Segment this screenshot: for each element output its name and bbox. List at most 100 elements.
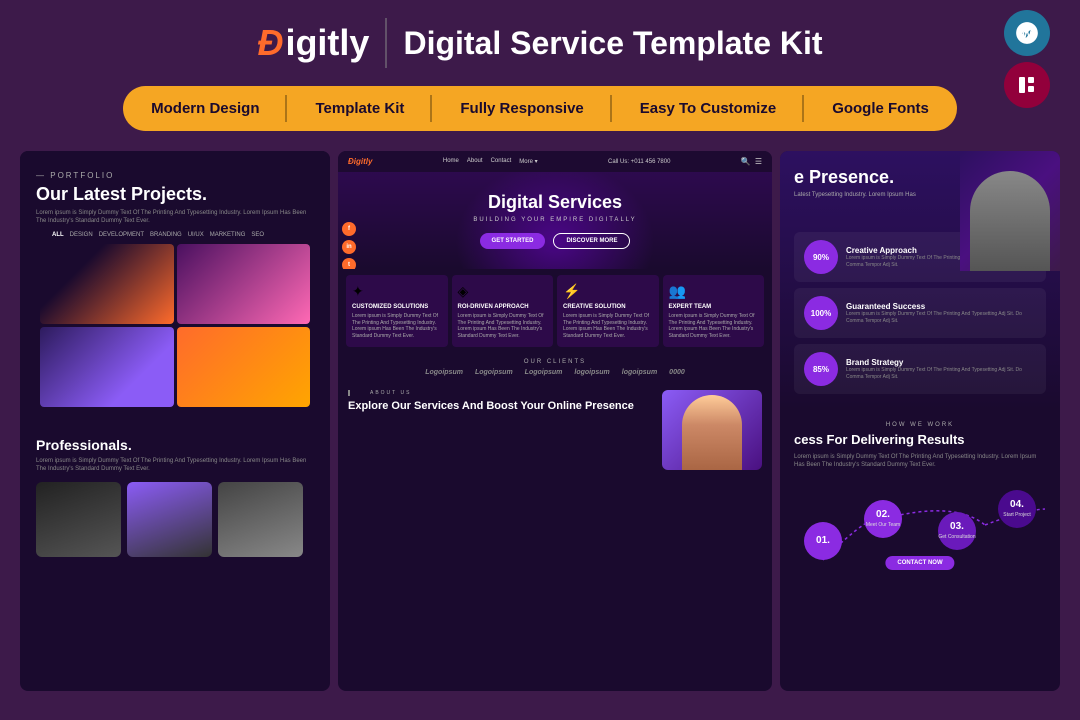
nav-pill: Modern Design Template Kit Fully Respons… bbox=[123, 86, 957, 131]
about-title: Explore Our Services And Boost Your Onli… bbox=[348, 400, 652, 413]
nav-item-modern-design[interactable]: Modern Design bbox=[123, 86, 287, 131]
search-icon: 🔍 bbox=[741, 157, 751, 166]
portfolio-img-4 bbox=[177, 327, 311, 407]
stat-desc-3: Lorem ipsum is Simply Dummy Text Of The … bbox=[846, 367, 1036, 380]
logo-text: igitly bbox=[285, 22, 369, 64]
header-title: Digital Service Template Kit bbox=[403, 25, 822, 62]
projects-title: Our Latest Projects. bbox=[36, 184, 314, 205]
team-photo-3 bbox=[218, 482, 303, 557]
filter-seo[interactable]: SEO bbox=[251, 232, 264, 238]
filter-branding[interactable]: BRANDING bbox=[150, 232, 182, 238]
team-photo-1 bbox=[36, 482, 121, 557]
about-text-area: ABOUT US Explore Our Services And Boost … bbox=[348, 390, 652, 413]
service-title-1: CUSTOMIZED SOLUTIONS bbox=[352, 304, 442, 310]
service-card-4: 👥 EXPERT TEAM Lorem ipsum is Simply Dumm… bbox=[663, 275, 765, 347]
service-desc-1: Lorem ipsum is Simply Dummy Text Of The … bbox=[352, 313, 442, 339]
projects-desc: Lorem ipsum is Simply Dummy Text Of The … bbox=[36, 209, 314, 226]
person-silhouette bbox=[970, 171, 1050, 271]
portfolio-section: PORTFOLIO Our Latest Projects. Lorem ips… bbox=[20, 151, 330, 417]
filter-design[interactable]: DESIGN bbox=[70, 232, 93, 238]
filter-uiux[interactable]: UI/UX bbox=[188, 232, 204, 238]
nav-item-google-fonts[interactable]: Google Fonts bbox=[804, 86, 957, 131]
svg-text:W: W bbox=[1022, 28, 1033, 40]
contact-now-button[interactable]: CONTACT NOW bbox=[885, 556, 954, 570]
service-card-3: ⚡ CREATIVE SOLUTION Lorem ipsum is Simpl… bbox=[557, 275, 659, 347]
service-desc-2: Lorem ipsum is Simply Dummy Text Of The … bbox=[458, 313, 548, 339]
about-section-bottom: ABOUT US Explore Our Services And Boost … bbox=[338, 382, 772, 478]
team-photos bbox=[36, 482, 314, 557]
stat-item-2: 100% Guaranteed Success Lorem ipsum is S… bbox=[794, 288, 1046, 338]
stat-title-3: Brand Strategy bbox=[846, 358, 1036, 367]
hero-subtitle: BUILDING YOUR EMPIRE DIGITALLY bbox=[354, 217, 756, 223]
nav-item-easy-customize[interactable]: Easy To Customize bbox=[612, 86, 804, 131]
step-3-num: 03. bbox=[950, 522, 964, 532]
step-3: 03. Get Consultation bbox=[938, 512, 976, 550]
stat-text-2: Guaranteed Success Lorem ipsum is Simply… bbox=[846, 302, 1036, 324]
mini-nav-more: More ▾ bbox=[519, 158, 537, 165]
panel-right: e Presence. Latest Typesetting Industry.… bbox=[780, 151, 1060, 691]
client-logo-6: 0000 bbox=[669, 369, 685, 376]
preview-container: PORTFOLIO Our Latest Projects. Lorem ips… bbox=[0, 151, 1080, 691]
step-2-label: Meet Our Team bbox=[866, 522, 900, 528]
clients-section: OUR CLIENTS Logoipsum Logoipsum Logoipsu… bbox=[338, 353, 772, 382]
nav-item-template-kit[interactable]: Template Kit bbox=[287, 86, 432, 131]
step-4-label: Start Project bbox=[1003, 512, 1031, 518]
how-we-work-section: HOW WE WORK cess For Delivering Results … bbox=[780, 410, 1060, 592]
mini-nav-links: Home About Contact More ▾ bbox=[443, 158, 538, 165]
mini-nav-contact: Contact bbox=[491, 158, 512, 165]
portfolio-grid bbox=[36, 244, 314, 407]
client-logo-3: Logoipsum bbox=[525, 369, 563, 376]
process-desc: Lorem ipsum is Simply Dummy Text Of The … bbox=[794, 453, 1046, 470]
presence-section: e Presence. Latest Typesetting Industry.… bbox=[780, 151, 1060, 410]
step-2: 02. Meet Our Team bbox=[864, 500, 902, 538]
service-icon-1: ✦ bbox=[352, 283, 442, 300]
how-label: HOW WE WORK bbox=[794, 422, 1046, 428]
stat-circle-1: 90% bbox=[804, 240, 838, 274]
mini-nav-about: About bbox=[467, 158, 483, 165]
client-logo-4: logoipsum bbox=[574, 369, 609, 376]
mini-nav: Ðigitly Home About Contact More ▾ Call U… bbox=[338, 151, 772, 172]
professionals-desc: Lorem ipsum is Simply Dummy Text Of The … bbox=[36, 457, 314, 474]
service-icon-3: ⚡ bbox=[563, 283, 653, 300]
person-figure bbox=[682, 395, 742, 470]
header: Ð igitly Digital Service Template Kit W bbox=[0, 0, 1080, 86]
service-desc-3: Lorem ipsum is Simply Dummy Text Of The … bbox=[563, 313, 653, 339]
filter-all[interactable]: ALL bbox=[52, 232, 64, 238]
panel-center: Ðigitly Home About Contact More ▾ Call U… bbox=[338, 151, 772, 691]
logo-icon: Ð bbox=[257, 22, 281, 64]
wordpress-icon: W bbox=[1004, 10, 1050, 56]
elementor-icon bbox=[1004, 62, 1050, 108]
stat-title-2: Guaranteed Success bbox=[846, 302, 1036, 311]
stat-circle-2: 100% bbox=[804, 296, 838, 330]
stat-circle-3: 85% bbox=[804, 352, 838, 386]
service-card-2: ◈ ROI-DRIVEN APPROACH Lorem ipsum is Sim… bbox=[452, 275, 554, 347]
filter-development[interactable]: DEVELOPMENT bbox=[99, 232, 144, 238]
social-twitter: t bbox=[342, 258, 356, 269]
service-title-2: ROI-DRIVEN APPROACH bbox=[458, 304, 548, 310]
portfolio-img-3 bbox=[40, 327, 174, 407]
services-grid: ✦ CUSTOMIZED SOLUTIONS Lorem ipsum is Si… bbox=[338, 269, 772, 353]
service-title-4: EXPERT TEAM bbox=[669, 304, 759, 310]
filter-marketing[interactable]: MARKETING bbox=[210, 232, 246, 238]
hero-section: f in t Digital Services BUILDING YOUR EM… bbox=[338, 172, 772, 269]
nav-item-fully-responsive[interactable]: Fully Responsive bbox=[432, 86, 611, 131]
mini-cta-text: Call Us: +011 456 7800 bbox=[608, 159, 670, 165]
hero-discover-more-button[interactable]: DISCOVER MORE bbox=[553, 233, 630, 249]
process-steps: 01. 02. Meet Our Team 03. Get Consultati… bbox=[794, 480, 1046, 580]
person-photo bbox=[960, 151, 1060, 271]
stat-item-3: 85% Brand Strategy Lorem ipsum is Simply… bbox=[794, 344, 1046, 394]
service-title-3: CREATIVE SOLUTION bbox=[563, 304, 653, 310]
process-title: cess For Delivering Results bbox=[794, 432, 1046, 447]
logo: Ð igitly bbox=[257, 22, 369, 64]
professionals-title: Professionals. bbox=[36, 437, 314, 453]
service-card-1: ✦ CUSTOMIZED SOLUTIONS Lorem ipsum is Si… bbox=[346, 275, 448, 347]
hero-get-started-button[interactable]: GET STARTED bbox=[480, 233, 546, 249]
professionals-section: Professionals. Lorem ipsum is Simply Dum… bbox=[20, 425, 330, 569]
presence-header: e Presence. Latest Typesetting Industry.… bbox=[794, 167, 1046, 198]
service-desc-4: Lorem ipsum is Simply Dummy Text Of The … bbox=[669, 313, 759, 339]
client-logo-5: logoipsum bbox=[622, 369, 657, 376]
header-divider bbox=[385, 18, 387, 68]
navbar: Modern Design Template Kit Fully Respons… bbox=[0, 86, 1080, 131]
hero-buttons: GET STARTED DISCOVER MORE bbox=[354, 233, 756, 249]
stat-desc-2: Lorem ipsum is Simply Dummy Text Of The … bbox=[846, 311, 1036, 324]
